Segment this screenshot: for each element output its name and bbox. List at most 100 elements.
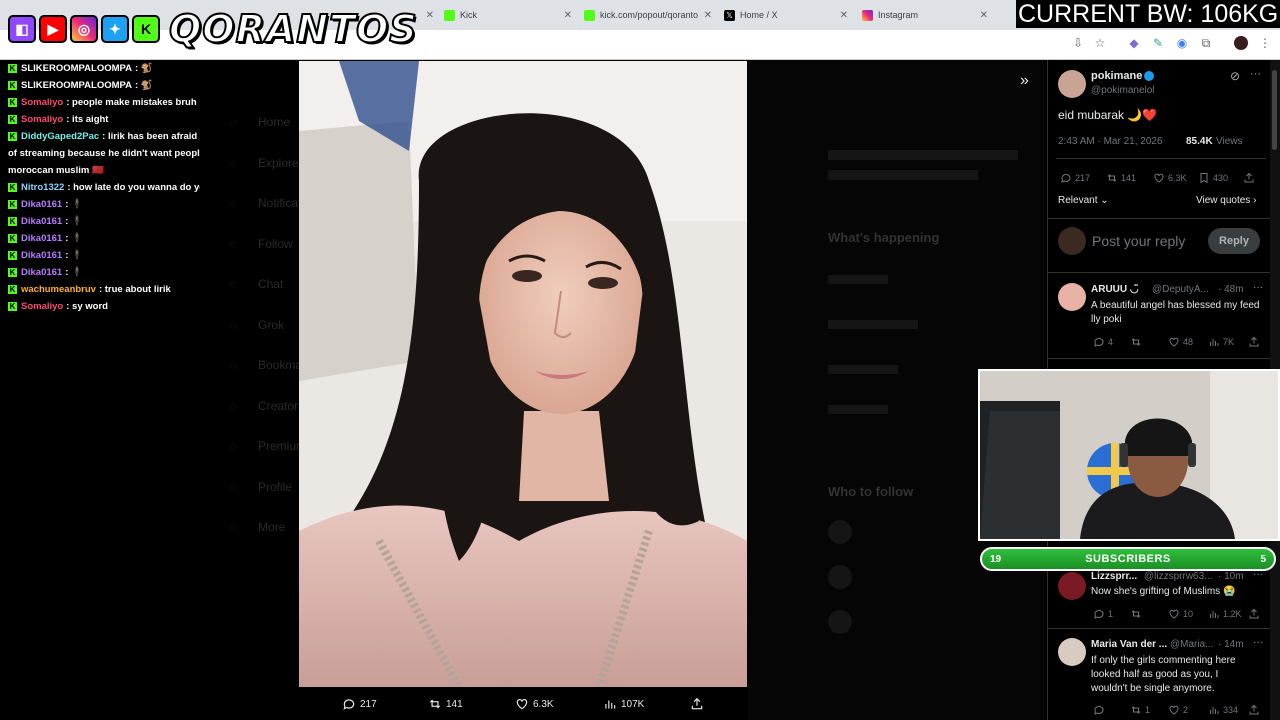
reply-share[interactable]: [1248, 336, 1260, 348]
repost-action[interactable]: 141: [1106, 172, 1136, 184]
dimmed-nav-icon: ◌: [229, 398, 237, 413]
install-app-icon[interactable]: ⇩: [1071, 36, 1085, 50]
chat-username[interactable]: Dika0161: [21, 199, 62, 210]
reply-time[interactable]: · 14m: [1218, 639, 1244, 650]
reply-text: If only the girls commenting here looked…: [1091, 655, 1236, 694]
kick-badge-icon: K: [8, 183, 17, 192]
more-options-icon[interactable]: ···: [1253, 282, 1263, 293]
close-tab-icon[interactable]: ✕: [564, 10, 572, 21]
reply-reposts[interactable]: [1130, 608, 1145, 620]
reply-share[interactable]: [1248, 608, 1260, 620]
reply-icon: [1094, 705, 1104, 715]
reply-time[interactable]: · 10m: [1218, 571, 1244, 582]
share-action[interactable]: [1243, 172, 1255, 184]
photo-reposts[interactable]: 141: [428, 697, 463, 711]
instagram-icon: ◎: [70, 15, 98, 43]
menu-dots-icon[interactable]: ⋮: [1258, 36, 1272, 50]
bookmark-star-icon[interactable]: ☆: [1093, 36, 1107, 50]
more-options-icon[interactable]: ···: [1250, 68, 1261, 80]
chat-username[interactable]: Dika0161: [21, 216, 62, 227]
reply-author[interactable]: Maria Van der ...: [1091, 639, 1167, 650]
reply-avatar[interactable]: [1058, 572, 1086, 600]
chat-username[interactable]: Somaliyo: [21, 97, 63, 108]
close-tab-icon[interactable]: ✕: [704, 10, 712, 21]
reply-handle[interactable]: @lizzsprrw63...: [1144, 571, 1213, 582]
photo-likes-count: 6.3K: [533, 698, 554, 710]
reply-handle[interactable]: @Maria...: [1170, 639, 1214, 650]
reply-reposts[interactable]: [1130, 336, 1145, 348]
close-tab-icon[interactable]: ✕: [840, 10, 848, 21]
more-options-icon[interactable]: ···: [1253, 637, 1263, 648]
reply-handle[interactable]: @DeputyA...: [1152, 284, 1209, 295]
tab-x-home[interactable]: 𝕏 Home / X ✕: [724, 4, 852, 26]
photo-reposts-count: 141: [446, 698, 463, 710]
reply-replies[interactable]: 1: [1093, 608, 1113, 620]
reply-likes[interactable]: 2: [1168, 704, 1188, 716]
author-name[interactable]: pokimane: [1091, 70, 1142, 82]
chat-username[interactable]: SLIKEROOMPALOOMPA: [21, 80, 132, 91]
photo-share[interactable]: [690, 697, 704, 711]
like-action[interactable]: 6.3K: [1153, 172, 1187, 184]
reply-author[interactable]: ARUUU ◡̈: [1091, 284, 1139, 295]
chat-username[interactable]: wachumeanbruv: [21, 284, 96, 295]
reply-views[interactable]: 7K: [1208, 336, 1234, 348]
tab-kick[interactable]: Kick ✕: [444, 4, 576, 26]
author-avatar[interactable]: [1058, 70, 1086, 98]
reply-replies[interactable]: 4: [1093, 336, 1113, 348]
reply-avatar[interactable]: [1058, 283, 1086, 311]
reply-likes[interactable]: 48: [1168, 336, 1193, 348]
tab-instagram[interactable]: Instagram ✕: [862, 4, 992, 26]
tab-label: kick.com/popout/qoranto: [600, 10, 699, 20]
expand-panel-icon[interactable]: »: [1020, 72, 1029, 90]
chat-username[interactable]: Somaliyo: [21, 301, 63, 312]
chat-text: : sy word: [66, 301, 108, 312]
extensions-puzzle-icon[interactable]: ⧉: [1199, 36, 1213, 50]
chat-username[interactable]: Dika0161: [21, 267, 62, 278]
views-chart-icon: [1210, 707, 1219, 714]
profile-avatar[interactable]: [1234, 36, 1248, 50]
chat-username[interactable]: Dika0161: [21, 233, 62, 244]
reply-share[interactable]: [1248, 704, 1260, 716]
extension-icon[interactable]: ◉: [1175, 36, 1189, 50]
tweet-photo[interactable]: [299, 61, 747, 687]
kick-badge-icon: K: [8, 132, 17, 141]
extension-icon[interactable]: ◆: [1127, 36, 1141, 50]
chat-username[interactable]: DiddyGaped2Pac: [21, 131, 99, 142]
chat-username[interactable]: SLIKEROOMPALOOMPA: [21, 63, 132, 74]
reply-text: Now she's grifting of Muslims 😭: [1091, 586, 1236, 597]
grok-icon[interactable]: ⊘: [1230, 69, 1240, 83]
reply-input[interactable]: Post your reply: [1092, 233, 1185, 249]
view-quotes-link[interactable]: View quotes ›: [1196, 195, 1256, 206]
view-quotes-label: View quotes: [1196, 195, 1251, 206]
reply-replies[interactable]: [1093, 704, 1108, 716]
tweet-timestamp[interactable]: 2:43 AM · Mar 21, 2026: [1058, 136, 1163, 147]
author-handle[interactable]: @pokimanelol: [1091, 85, 1155, 96]
tab-kick-popout[interactable]: kick.com/popout/qoranto ✕: [584, 4, 716, 26]
photo-replies[interactable]: 217: [342, 697, 377, 711]
chat-username[interactable]: Somaliyo: [21, 114, 63, 125]
reply-button[interactable]: Reply: [1208, 228, 1260, 254]
reply-views[interactable]: 1.2K: [1208, 608, 1242, 620]
share-icon: [691, 697, 703, 710]
reply-author[interactable]: Lizzsprr...: [1091, 571, 1137, 582]
close-tab-icon[interactable]: ✕: [980, 10, 988, 21]
chat-username[interactable]: Dika0161: [21, 250, 62, 261]
reply-action[interactable]: 217: [1060, 172, 1090, 184]
sort-dropdown[interactable]: Relevant ⌄: [1058, 195, 1109, 206]
repost-icon: [1107, 174, 1117, 182]
reply-views[interactable]: 334: [1208, 704, 1238, 716]
photo-views[interactable]: 107K: [603, 697, 644, 711]
reply-time[interactable]: · 48m: [1218, 284, 1244, 295]
reply-reposts[interactable]: 1: [1130, 704, 1150, 716]
photo-likes[interactable]: 6.3K: [515, 697, 554, 711]
bookmark-action[interactable]: 430: [1198, 172, 1228, 184]
share-icon: [1249, 704, 1259, 715]
scrollbar-thumb[interactable]: [1272, 70, 1277, 150]
close-tab-icon[interactable]: ✕: [426, 10, 434, 21]
reply-avatar[interactable]: [1058, 638, 1086, 666]
kick-badge-icon: K: [8, 81, 17, 90]
reply-likes[interactable]: 10: [1168, 608, 1193, 620]
extension-icon[interactable]: ✎: [1151, 36, 1165, 50]
x-icon: 𝕏: [724, 9, 735, 21]
chat-username[interactable]: Nitro1322: [21, 182, 64, 193]
